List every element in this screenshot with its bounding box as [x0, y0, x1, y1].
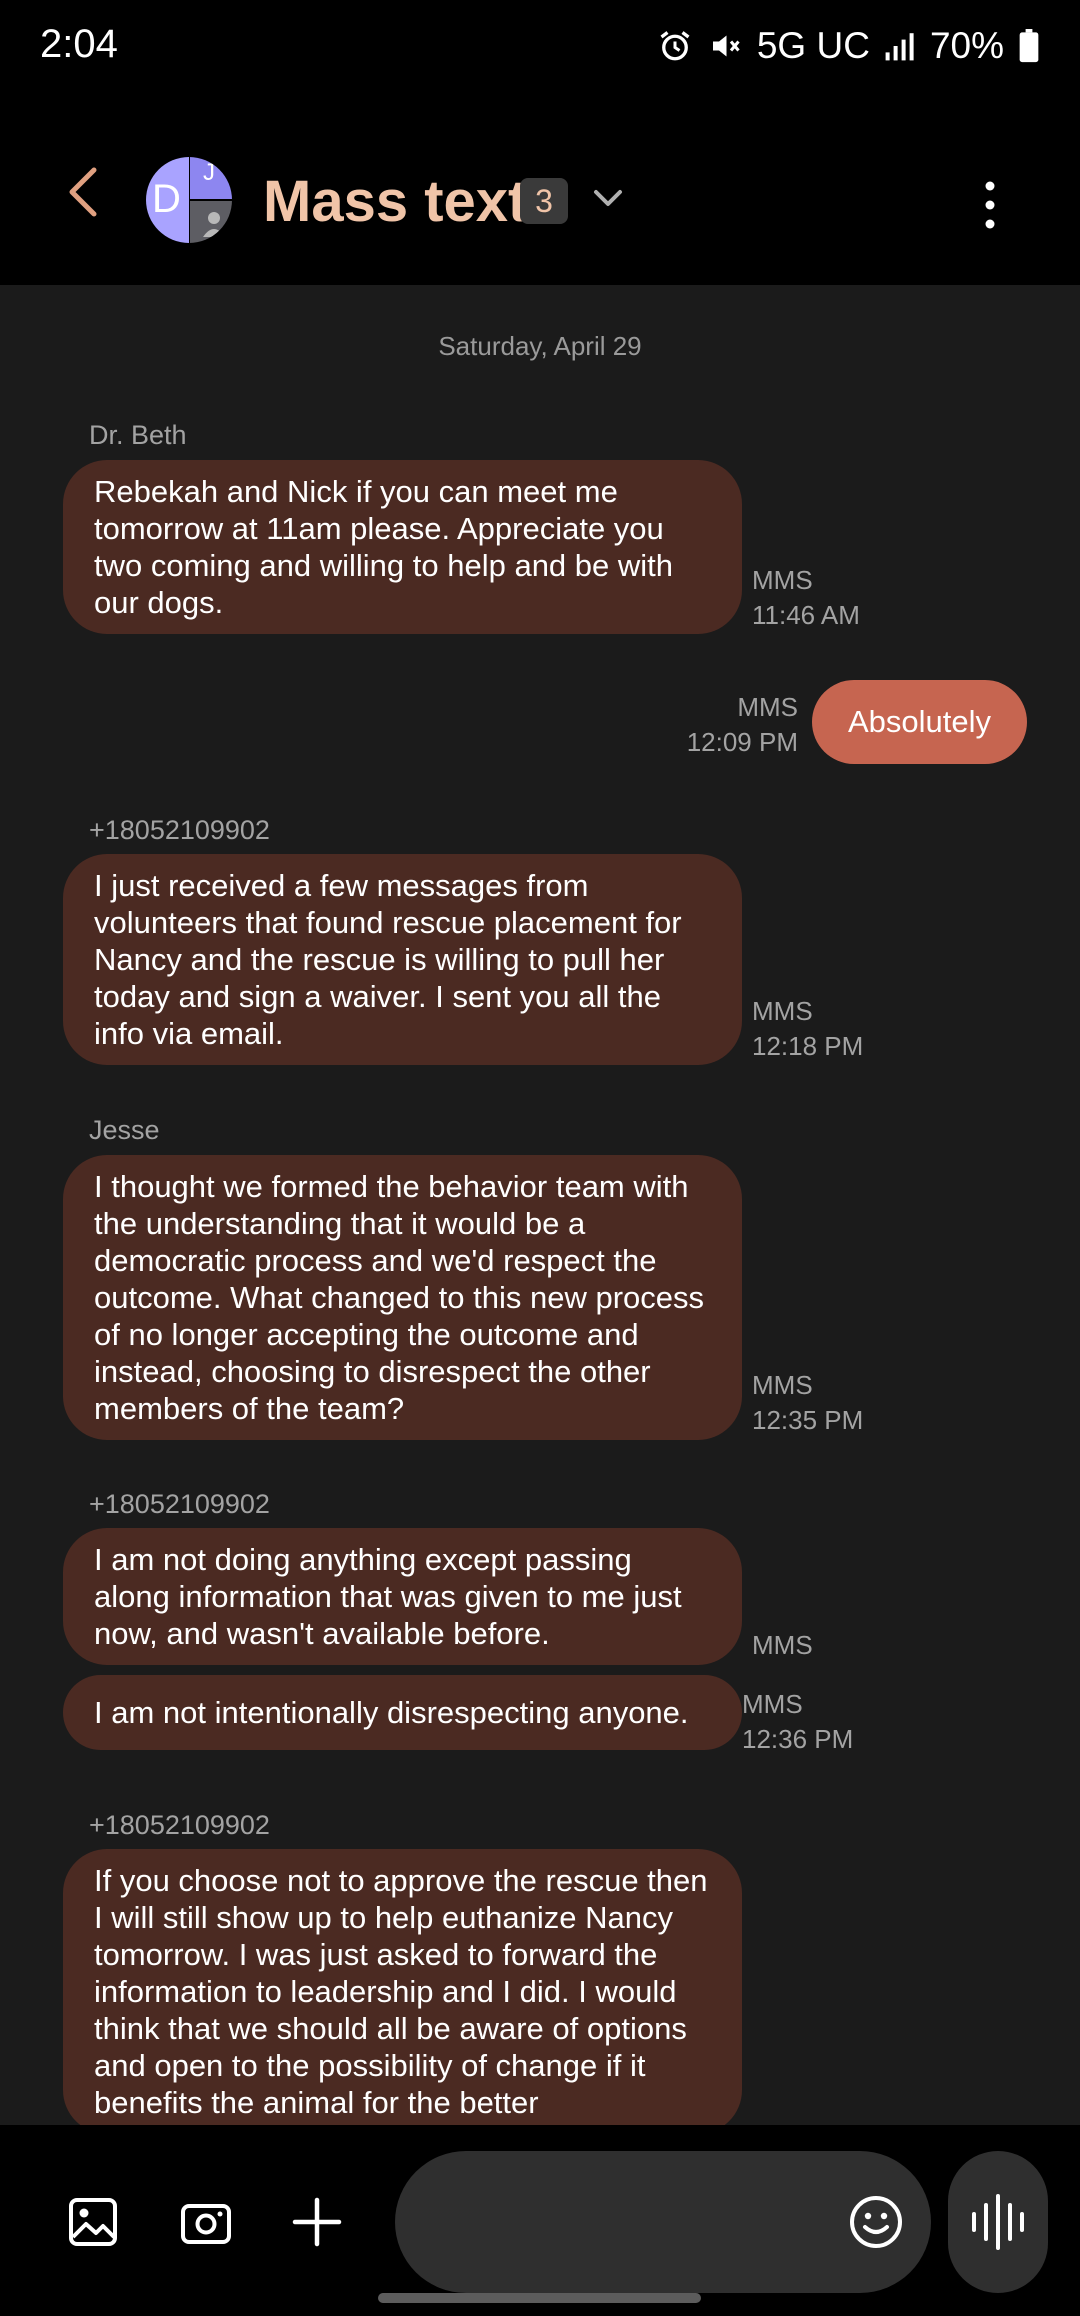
more-vertical-icon — [985, 181, 995, 229]
message-list[interactable]: Saturday, April 29 Dr. Beth Rebekah and … — [0, 285, 1080, 2125]
status-bar: 2:04 5G UC 70% — [0, 0, 1080, 92]
sender-name: Jesse — [89, 1115, 160, 1145]
message-meta: MMS 12:09 PM — [680, 690, 798, 760]
avatar-letter: D — [152, 177, 181, 221]
message-meta: MMS — [752, 1628, 813, 1663]
message-bubble[interactable]: I am not intentionally disrespecting any… — [63, 1675, 742, 1750]
person-icon — [203, 212, 225, 237]
conversation-header: D J Mass text 3 — [0, 92, 1080, 285]
message-type: MMS — [752, 1370, 813, 1400]
more-options-button[interactable] — [975, 180, 1005, 230]
avatar-letter: J — [203, 159, 215, 186]
member-count-badge: 3 — [520, 178, 568, 224]
sender-name: Dr. Beth — [89, 420, 187, 450]
message-type: MMS — [752, 565, 813, 595]
battery-percent: 70% — [929, 25, 1004, 66]
message-meta: MMS 12:36 PM — [742, 1687, 853, 1757]
voice-wave-icon — [972, 2194, 1024, 2250]
message-bubble[interactable]: If you choose not to approve the rescue … — [63, 1849, 742, 2125]
message-meta: MMS 11:46 AM — [752, 563, 860, 633]
network-label: 5G UC — [756, 25, 870, 66]
status-time: 2:04 — [40, 22, 118, 66]
message-bubble[interactable]: I just received a few messages from volu… — [63, 854, 742, 1065]
message-type: MMS — [742, 1689, 803, 1719]
message-time: 12:36 PM — [742, 1724, 854, 1754]
attach-button[interactable] — [292, 2197, 342, 2252]
chevron-left-icon — [69, 167, 97, 217]
message-bubble[interactable]: I am not doing anything except passing a… — [63, 1528, 742, 1665]
message-input[interactable] — [395, 2151, 931, 2293]
message-type: MMS — [752, 996, 813, 1026]
composer-bar — [0, 2125, 1080, 2316]
plus-icon — [292, 2197, 342, 2247]
battery-icon — [1018, 29, 1040, 63]
message-bubble[interactable]: I thought we formed the behavior team wi… — [63, 1155, 742, 1440]
voice-record-button[interactable] — [948, 2151, 1048, 2293]
outgoing-message-bubble[interactable]: Absolutely — [812, 680, 1027, 764]
message-meta: MMS 12:18 PM — [752, 994, 863, 1064]
message-bubble[interactable]: Rebekah and Nick if you can meet me tomo… — [63, 460, 742, 634]
camera-icon — [181, 2204, 231, 2244]
message-time: 12:35 PM — [752, 1405, 864, 1435]
date-separator: Saturday, April 29 — [438, 331, 642, 361]
message-meta: MMS 12:35 PM — [752, 1368, 863, 1438]
sender-name: +18052109902 — [89, 815, 270, 845]
mute-icon — [707, 28, 743, 64]
message-time: 11:46 AM — [752, 600, 860, 630]
gallery-icon — [69, 2198, 117, 2246]
group-avatar[interactable]: D J — [146, 157, 232, 243]
camera-button[interactable] — [180, 2197, 232, 2252]
message-time: 12:09 PM — [686, 727, 798, 757]
home-indicator[interactable] — [378, 2293, 701, 2303]
chevron-down-icon[interactable] — [592, 188, 624, 215]
alarm-icon — [657, 28, 693, 64]
signal-icon — [884, 30, 916, 62]
back-button[interactable] — [58, 162, 108, 222]
message-time: 12:18 PM — [752, 1031, 864, 1061]
status-icons: 5G UC 70% — [657, 22, 1040, 70]
message-type: MMS — [737, 692, 798, 722]
emoji-icon[interactable] — [843, 2189, 909, 2260]
sender-name: +18052109902 — [89, 1810, 270, 1840]
conversation-title[interactable]: Mass text — [263, 168, 527, 235]
message-type: MMS — [752, 1630, 813, 1660]
sender-name: +18052109902 — [89, 1489, 270, 1519]
gallery-button[interactable] — [68, 2197, 118, 2252]
